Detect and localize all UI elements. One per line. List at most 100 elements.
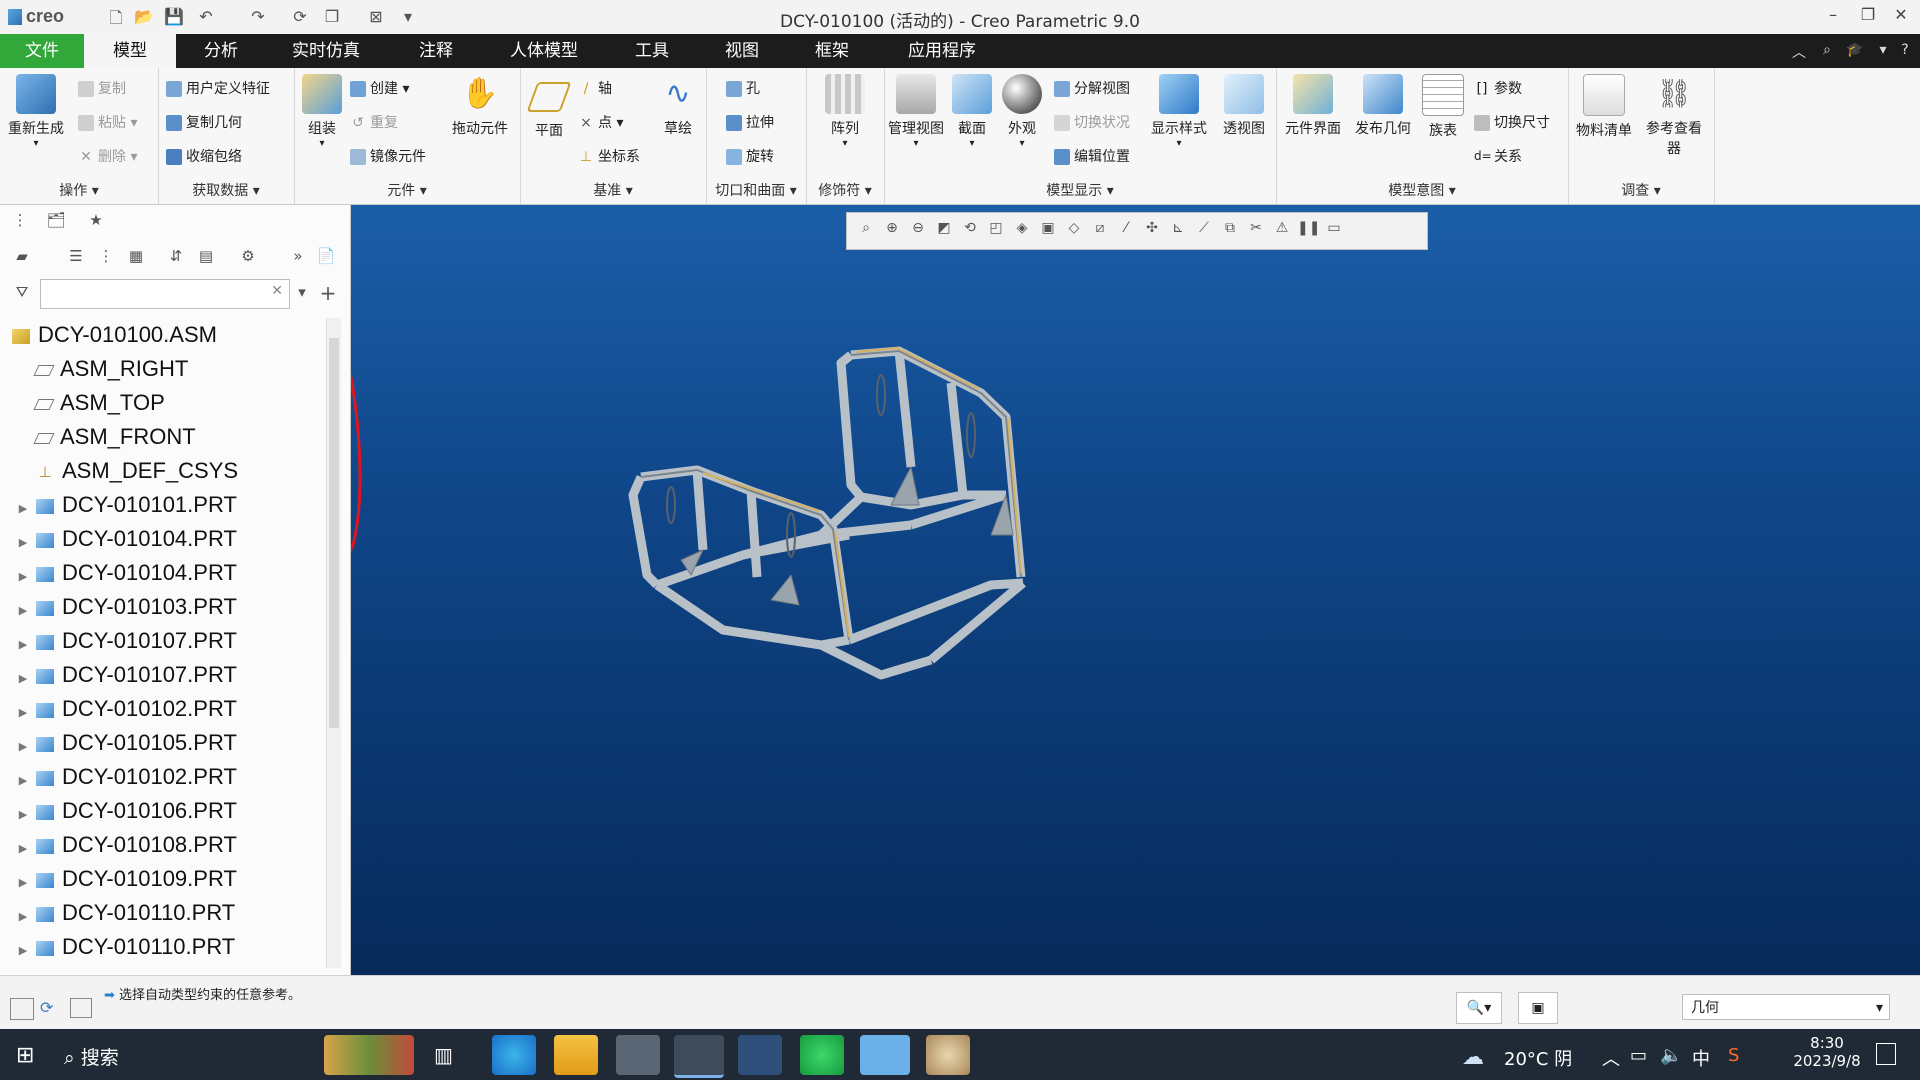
add-icon[interactable]: + <box>318 281 338 305</box>
tab-simulation[interactable]: 实时仿真 <box>266 34 386 68</box>
zoom-out-icon[interactable]: ⊖ <box>907 220 929 242</box>
tree-view-icon[interactable]: ☰ <box>66 247 86 267</box>
shrinkwrap-button[interactable]: 收缩包络 <box>166 146 242 166</box>
tab-applications[interactable]: 应用程序 <box>882 34 1002 68</box>
model-tree-tab-icon[interactable]: ⋮ <box>10 211 30 231</box>
bom-button[interactable]: 物料清单 <box>1570 74 1638 140</box>
group-label-operations[interactable]: 操作 ▾ <box>0 180 158 200</box>
scrollbar-thumb[interactable] <box>329 338 339 728</box>
settings-gear-icon[interactable]: ⚙ <box>238 247 258 267</box>
explode-view-button[interactable]: 分解视图 <box>1054 78 1130 98</box>
group-label-investigate[interactable]: 调查 ▾ <box>1568 180 1714 200</box>
show-icon[interactable]: ▰ <box>12 247 32 267</box>
create-button[interactable]: 创建 ▾ <box>350 78 409 98</box>
tree-item-part[interactable]: ▶ DCY-010110.PRT <box>16 896 235 930</box>
group-label-modifiers[interactable]: 修饰符 ▾ <box>806 180 884 200</box>
component-interface-button[interactable]: 元件界面 <box>1280 74 1346 138</box>
point-button[interactable]: × 点 ▾ <box>578 112 623 132</box>
expand-arrow-icon[interactable]: ▶ <box>16 560 30 594</box>
expand-arrow-icon[interactable]: ▶ <box>16 832 30 866</box>
expand-arrow-icon[interactable]: ▶ <box>16 526 30 560</box>
volume-icon[interactable]: 🔈 <box>1660 1045 1682 1066</box>
list-view-icon[interactable]: ⋮ <box>96 247 116 267</box>
tab-analysis[interactable]: 分析 <box>176 34 266 68</box>
axis-button[interactable]: / 轴 <box>578 78 612 98</box>
selection-filter-select[interactable]: 几何 ▾ <box>1682 994 1890 1020</box>
help-icon[interactable]: ? <box>1896 42 1914 60</box>
stop-icon[interactable]: ▭ <box>1323 220 1345 242</box>
tab-tools[interactable]: 工具 <box>602 34 702 68</box>
paste-button[interactable]: 粘贴 ▾ <box>78 112 137 132</box>
restore-icon[interactable]: ❐ <box>1855 5 1881 27</box>
datum-axes-icon[interactable]: ⁄ <box>1115 220 1137 242</box>
assembly-model[interactable] <box>628 346 1026 680</box>
tree-item-part[interactable]: ▶ DCY-010104.PRT <box>16 522 237 556</box>
delete-button[interactable]: ✕ 删除 ▾ <box>78 146 137 166</box>
tree-item-part[interactable]: ▶ DCY-010101.PRT <box>16 488 237 522</box>
windows-start-icon[interactable]: ⊞ <box>16 1043 34 1068</box>
explode-display-icon[interactable]: ✂ <box>1245 220 1267 242</box>
tree-root[interactable]: DCY-010100.ASM <box>12 318 217 352</box>
graphics-viewport[interactable] <box>351 205 1920 975</box>
datum-planes-icon[interactable]: ⧄ <box>1089 220 1111 242</box>
group-label-datum[interactable]: 基准 ▾ <box>520 180 706 200</box>
tree-item-part[interactable]: ▶ DCY-010102.PRT <box>16 760 237 794</box>
books-widget-icon[interactable] <box>324 1035 414 1075</box>
find-icon[interactable]: 🔍▾ <box>1456 992 1502 1024</box>
group-label-model-display[interactable]: 模型显示 ▾ <box>884 180 1276 200</box>
tree-item-part[interactable]: ▶ DCY-010107.PRT <box>16 624 237 658</box>
group-label-model-intent[interactable]: 模型意图 ▾ <box>1276 180 1568 200</box>
minimize-icon[interactable]: – <box>1820 5 1846 27</box>
repeat-button[interactable]: ↺ 重复 <box>350 112 398 132</box>
toggle-status-button[interactable]: 切换状况 <box>1054 112 1130 132</box>
hole-button[interactable]: 孔 <box>726 78 760 98</box>
extrude-button[interactable]: 拉伸 <box>726 112 774 132</box>
show-navigator-icon[interactable] <box>10 998 34 1020</box>
sketch-button[interactable]: ∿ 草绘 <box>654 74 702 138</box>
tree-item-part[interactable]: ▶ DCY-010103.PRT <box>16 590 237 624</box>
edit-position-button[interactable]: 编辑位置 <box>1054 146 1130 166</box>
copy-button[interactable]: 复制 <box>78 78 126 98</box>
drag-component-button[interactable]: ✋ 拖动元件 <box>444 74 516 138</box>
tree-scrollbar[interactable] <box>326 318 341 968</box>
repaint-icon[interactable]: ◩ <box>933 220 955 242</box>
tree-search-input[interactable]: ✕ <box>40 279 290 309</box>
pattern-button[interactable]: 阵列 ▾ <box>820 74 870 149</box>
spin-center-icon[interactable]: ⟲ <box>959 220 981 242</box>
creo-taskbar-icon[interactable] <box>674 1035 724 1078</box>
edge-browser-icon[interactable] <box>492 1035 536 1075</box>
tab-file[interactable]: 文件 <box>0 34 84 68</box>
appearance-button[interactable]: 外观 ▾ <box>998 74 1046 149</box>
tree-item-part[interactable]: ▶ DCY-010108.PRT <box>16 828 237 862</box>
tree-columns-icon[interactable]: ▤ <box>196 247 216 267</box>
browser-icon[interactable]: ⟳ <box>40 998 53 1017</box>
expand-arrow-icon[interactable]: ▶ <box>16 730 30 764</box>
expand-arrow-icon[interactable]: ▶ <box>16 866 30 900</box>
ime-indicator[interactable]: 中 <box>1692 1045 1710 1071</box>
search-icon[interactable]: ⌕ <box>1818 42 1836 60</box>
paint-app-icon[interactable] <box>926 1035 970 1075</box>
csys-button[interactable]: ⊥ 坐标系 <box>578 146 640 166</box>
udf-button[interactable]: 用户定义特征 <box>166 78 270 98</box>
display-style-icon[interactable]: ◰ <box>985 220 1007 242</box>
filter-icon[interactable]: ⛛ <box>12 283 32 303</box>
expand-arrow-icon[interactable]: ▶ <box>16 662 30 696</box>
cloud-app-icon[interactable] <box>860 1035 910 1075</box>
display-style-button[interactable]: 显示样式 ▾ <box>1146 74 1212 149</box>
perspective-view-icon[interactable]: ◇ <box>1063 220 1085 242</box>
taskbar-search[interactable]: ⌕ 搜索 <box>64 1043 119 1070</box>
tray-expand-icon[interactable]: ︿ <box>1602 1045 1620 1071</box>
tree-item-datum[interactable]: ASM_FRONT <box>33 420 196 454</box>
group-label-cut-surface[interactable]: 切口和曲面 ▾ <box>706 180 806 200</box>
expand-arrow-icon[interactable]: ▶ <box>16 798 30 832</box>
expand-arrow-icon[interactable]: ▶ <box>16 628 30 662</box>
tree-item-csys[interactable]: ⊥ ASM_DEF_CSYS <box>36 454 238 488</box>
reference-viewer-button[interactable]: ⛓ 参考查看器 <box>1640 74 1708 158</box>
section-display-icon[interactable]: ⧉ <box>1219 220 1241 242</box>
tree-filters-icon[interactable]: ⇵ <box>166 247 186 267</box>
regenerate-button[interactable]: 重新生成 ▾ <box>4 74 68 149</box>
copy-geometry-button[interactable]: 复制几何 <box>166 112 242 132</box>
calculator-icon[interactable] <box>616 1035 660 1075</box>
expand-arrow-icon[interactable]: ▶ <box>16 934 30 968</box>
weather-text[interactable]: 20°C 阴 <box>1504 1045 1572 1071</box>
